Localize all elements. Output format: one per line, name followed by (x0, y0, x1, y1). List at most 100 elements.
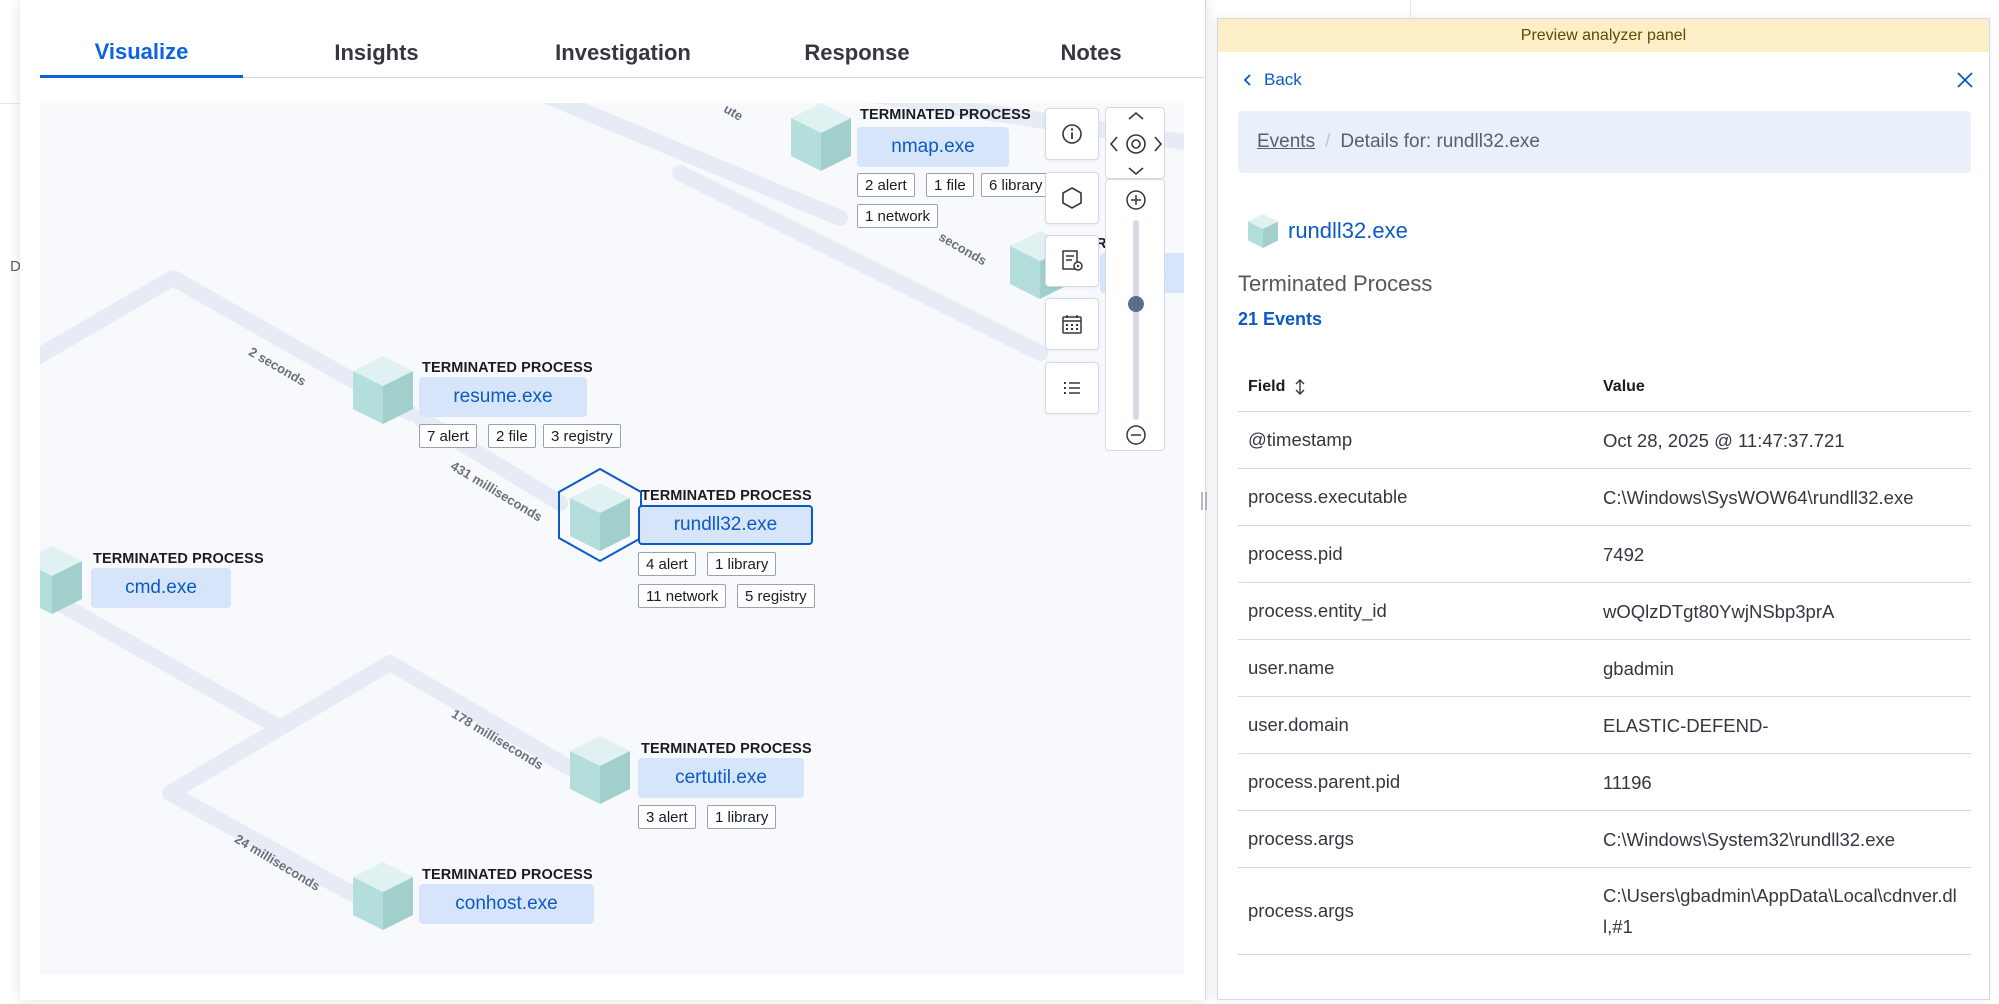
node-type-label: TERMINATED PROCESS (860, 107, 1031, 123)
back-button[interactable]: Back (1242, 65, 1302, 95)
node-type-label: TERMINATED PROCESS (422, 867, 593, 883)
process-name-link[interactable]: rundll32.exe (1288, 218, 1408, 244)
value-column-header: Value (1603, 377, 1645, 395)
preview-panel: Preview analyzer panel Back Events / Det… (1217, 18, 1990, 1000)
tab-visualize[interactable]: Visualize (40, 28, 243, 78)
node-event-pill[interactable]: 11 network (638, 584, 727, 608)
node-event-pill[interactable]: 5 registry (737, 584, 815, 608)
value-cell: C:\Users\gbadmin\AppData\Local\cdnver.dl… (1603, 885, 1957, 937)
field-column-header[interactable]: Field (1238, 377, 1603, 397)
process-cube-icon (570, 483, 630, 551)
pan-down-icon[interactable] (1128, 167, 1144, 176)
center-icon[interactable] (1126, 134, 1146, 154)
node-event-pill[interactable]: 1 library (707, 805, 777, 829)
resize-handle[interactable] (1200, 490, 1208, 512)
table-row: process.entity_id wOQlzDTgt80YwjNSbp3prA (1238, 583, 1971, 640)
back-label: Back (1264, 70, 1302, 89)
node-name-button[interactable]: rundll32.exe (638, 505, 813, 545)
tab-insights[interactable]: Insights (243, 28, 510, 78)
pan-up-icon[interactable] (1128, 111, 1144, 120)
node-event-pill[interactable]: 6 library (981, 173, 1051, 197)
zoom-in-icon[interactable] (1126, 190, 1146, 210)
field-cell: process.args (1248, 828, 1354, 849)
tab-response[interactable]: Response (736, 28, 978, 78)
preview-banner: Preview analyzer panel (1218, 19, 1989, 52)
sort-icon[interactable] (1293, 377, 1307, 397)
node-event-pill[interactable]: 1 library (707, 552, 777, 576)
node-event-pill[interactable]: 3 alert (638, 805, 696, 829)
process-tree-graph[interactable]: 2 seconds 431 milliseconds 178 milliseco… (40, 103, 1184, 975)
tab-investigation[interactable]: Investigation (510, 28, 736, 78)
field-cell: @timestamp (1248, 429, 1353, 450)
zoom-controls-graphic (1126, 190, 1146, 445)
zoom-controls (1105, 179, 1165, 451)
table-row: process.executable C:\Windows\SysWOW64\r… (1238, 469, 1971, 526)
edge-cmd-branch (42, 590, 288, 736)
process-type: Terminated Process (1238, 271, 1433, 296)
node-name-button[interactable]: nmap.exe (857, 127, 1009, 167)
node-type-label: TERMINATED PROCESS (641, 488, 812, 504)
node-name-button[interactable]: certutil.exe (638, 758, 804, 798)
node-event-pill[interactable]: 1 file (926, 173, 974, 197)
field-cell: user.name (1248, 657, 1335, 678)
node-event-pill[interactable]: 4 alert (638, 552, 696, 576)
node-event-pill[interactable]: 7 alert (419, 424, 477, 448)
zoom-slider-thumb[interactable] (1128, 296, 1144, 312)
app-root: D Visualize Insights Investigation Respo… (0, 0, 1999, 1004)
sourcerer-settings-button[interactable] (1045, 235, 1099, 287)
breadcrumb: Events / Details for: rundll32.exe (1238, 111, 1971, 173)
node-name-button[interactable]: resume.exe (419, 377, 587, 417)
date-picker-button[interactable] (1045, 298, 1099, 350)
process-cube-icon (40, 546, 82, 614)
info-button[interactable] (1045, 108, 1099, 160)
close-icon[interactable] (1953, 68, 1977, 92)
node-legend-button[interactable] (1045, 172, 1099, 224)
info-icon (1062, 124, 1082, 144)
event-details-table: Field Value @timestamp Oct 28, 2025 @ 11… (1238, 362, 1971, 955)
process-cube-icon (570, 736, 630, 804)
events-count-link[interactable]: 21 Events (1238, 309, 1322, 330)
value-cell: Oct 28, 2025 @ 11:47:37.721 (1603, 429, 1845, 451)
table-row: user.name gbadmin (1238, 640, 1971, 697)
node-list-button[interactable] (1045, 362, 1099, 414)
table-row: process.pid 7492 (1238, 526, 1971, 583)
node-event-pill[interactable]: 2 file (488, 424, 536, 448)
value-cell: 11196 (1603, 771, 1652, 793)
table-row: process.args C:\Users\gbadmin\AppData\Lo… (1238, 868, 1971, 955)
node-settings-icon (1062, 250, 1083, 271)
table-row: process.args C:\Windows\System32\rundll3… (1238, 811, 1971, 868)
breadcrumb-events-link[interactable]: Events (1257, 131, 1315, 153)
pan-left-icon[interactable] (1109, 136, 1118, 152)
node-event-pill[interactable]: 1 network (857, 204, 939, 228)
list-icon (1064, 382, 1080, 394)
flyout-tabs: Visualize Insights Investigation Respons… (40, 28, 1204, 78)
analyzer-flyout: Visualize Insights Investigation Respons… (20, 0, 1206, 1000)
background-divider (1410, 0, 1411, 18)
process-cube-icon (1248, 214, 1278, 248)
hexagon-icon (1062, 187, 1082, 209)
calendar-icon (1062, 315, 1082, 334)
process-cube-icon (353, 862, 413, 930)
value-cell: C:\Windows\SysWOW64\rundll32.exe (1603, 486, 1914, 508)
node-event-pill[interactable]: 2 alert (857, 173, 915, 197)
background-divider (0, 103, 20, 104)
field-cell: process.executable (1248, 486, 1408, 507)
node-event-pill[interactable]: 3 registry (543, 424, 621, 448)
breadcrumb-current: Details for: rundll32.exe (1340, 131, 1540, 152)
value-cell: gbadmin (1603, 657, 1674, 679)
node-type-label: TERMINATED PROCESS (641, 741, 812, 757)
value-cell: wOQlzDTgt80YwjNSbp3prA (1603, 600, 1835, 622)
table-row: user.domain ELASTIC-DEFEND- (1238, 697, 1971, 754)
field-cell: process.args (1248, 900, 1354, 921)
node-name-button[interactable]: conhost.exe (419, 884, 594, 924)
field-header-label: Field (1248, 377, 1286, 395)
zoom-slider-track[interactable] (1133, 220, 1139, 420)
tab-notes[interactable]: Notes (978, 28, 1204, 78)
node-type-label: TERMINATED PROCESS (422, 360, 593, 376)
field-cell: process.entity_id (1248, 600, 1387, 621)
edge-top-right (672, 165, 1048, 361)
value-cell: ELASTIC-DEFEND- (1603, 714, 1769, 736)
zoom-out-icon[interactable] (1126, 425, 1146, 445)
node-name-button[interactable]: cmd.exe (91, 568, 231, 608)
pan-right-icon[interactable] (1154, 136, 1163, 152)
